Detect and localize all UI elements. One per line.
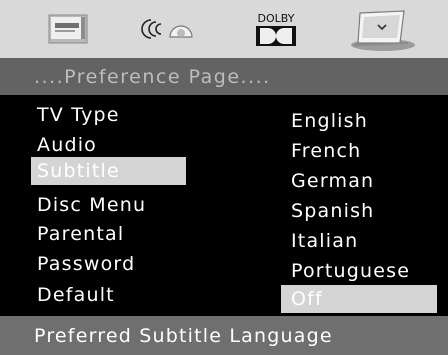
dolby-label: DOLBY [258, 12, 295, 25]
dvd-setup-screen: DOLBY ....Preference Page.... TV Type Au… [0, 0, 448, 355]
menu-item-audio[interactable]: Audio [37, 134, 97, 156]
option-french[interactable]: French [291, 140, 361, 162]
option-portuguese[interactable]: Portuguese [291, 260, 410, 282]
option-english[interactable]: English [291, 110, 368, 132]
page-title: ....Preference Page.... [34, 66, 271, 88]
help-text: Preferred Subtitle Language [34, 325, 333, 347]
page-title-bar: ....Preference Page.... [0, 58, 448, 95]
option-off[interactable]: Off [281, 285, 437, 313]
dolby-audio-icon[interactable]: DOLBY [248, 0, 304, 58]
menu-item-default[interactable]: Default [37, 284, 115, 306]
menu-item-disc-menu[interactable]: Disc Menu [37, 194, 146, 216]
speaker-setup-icon[interactable] [135, 0, 205, 58]
menu-area: TV Type Audio Subtitle Disc Menu Parenta… [0, 95, 448, 316]
option-spanish[interactable]: Spanish [291, 200, 374, 222]
help-status-bar: Preferred Subtitle Language [0, 316, 448, 355]
option-german[interactable]: German [291, 170, 374, 192]
option-italian[interactable]: Italian [291, 230, 358, 252]
preference-setup-icon[interactable] [348, 0, 418, 58]
menu-item-parental[interactable]: Parental [37, 223, 124, 245]
menu-item-password[interactable]: Password [37, 253, 135, 275]
menu-item-subtitle[interactable]: Subtitle [31, 157, 186, 185]
general-setup-icon[interactable] [40, 0, 98, 58]
menu-item-tv-type[interactable]: TV Type [37, 104, 120, 126]
setup-toolbar: DOLBY [0, 0, 448, 58]
